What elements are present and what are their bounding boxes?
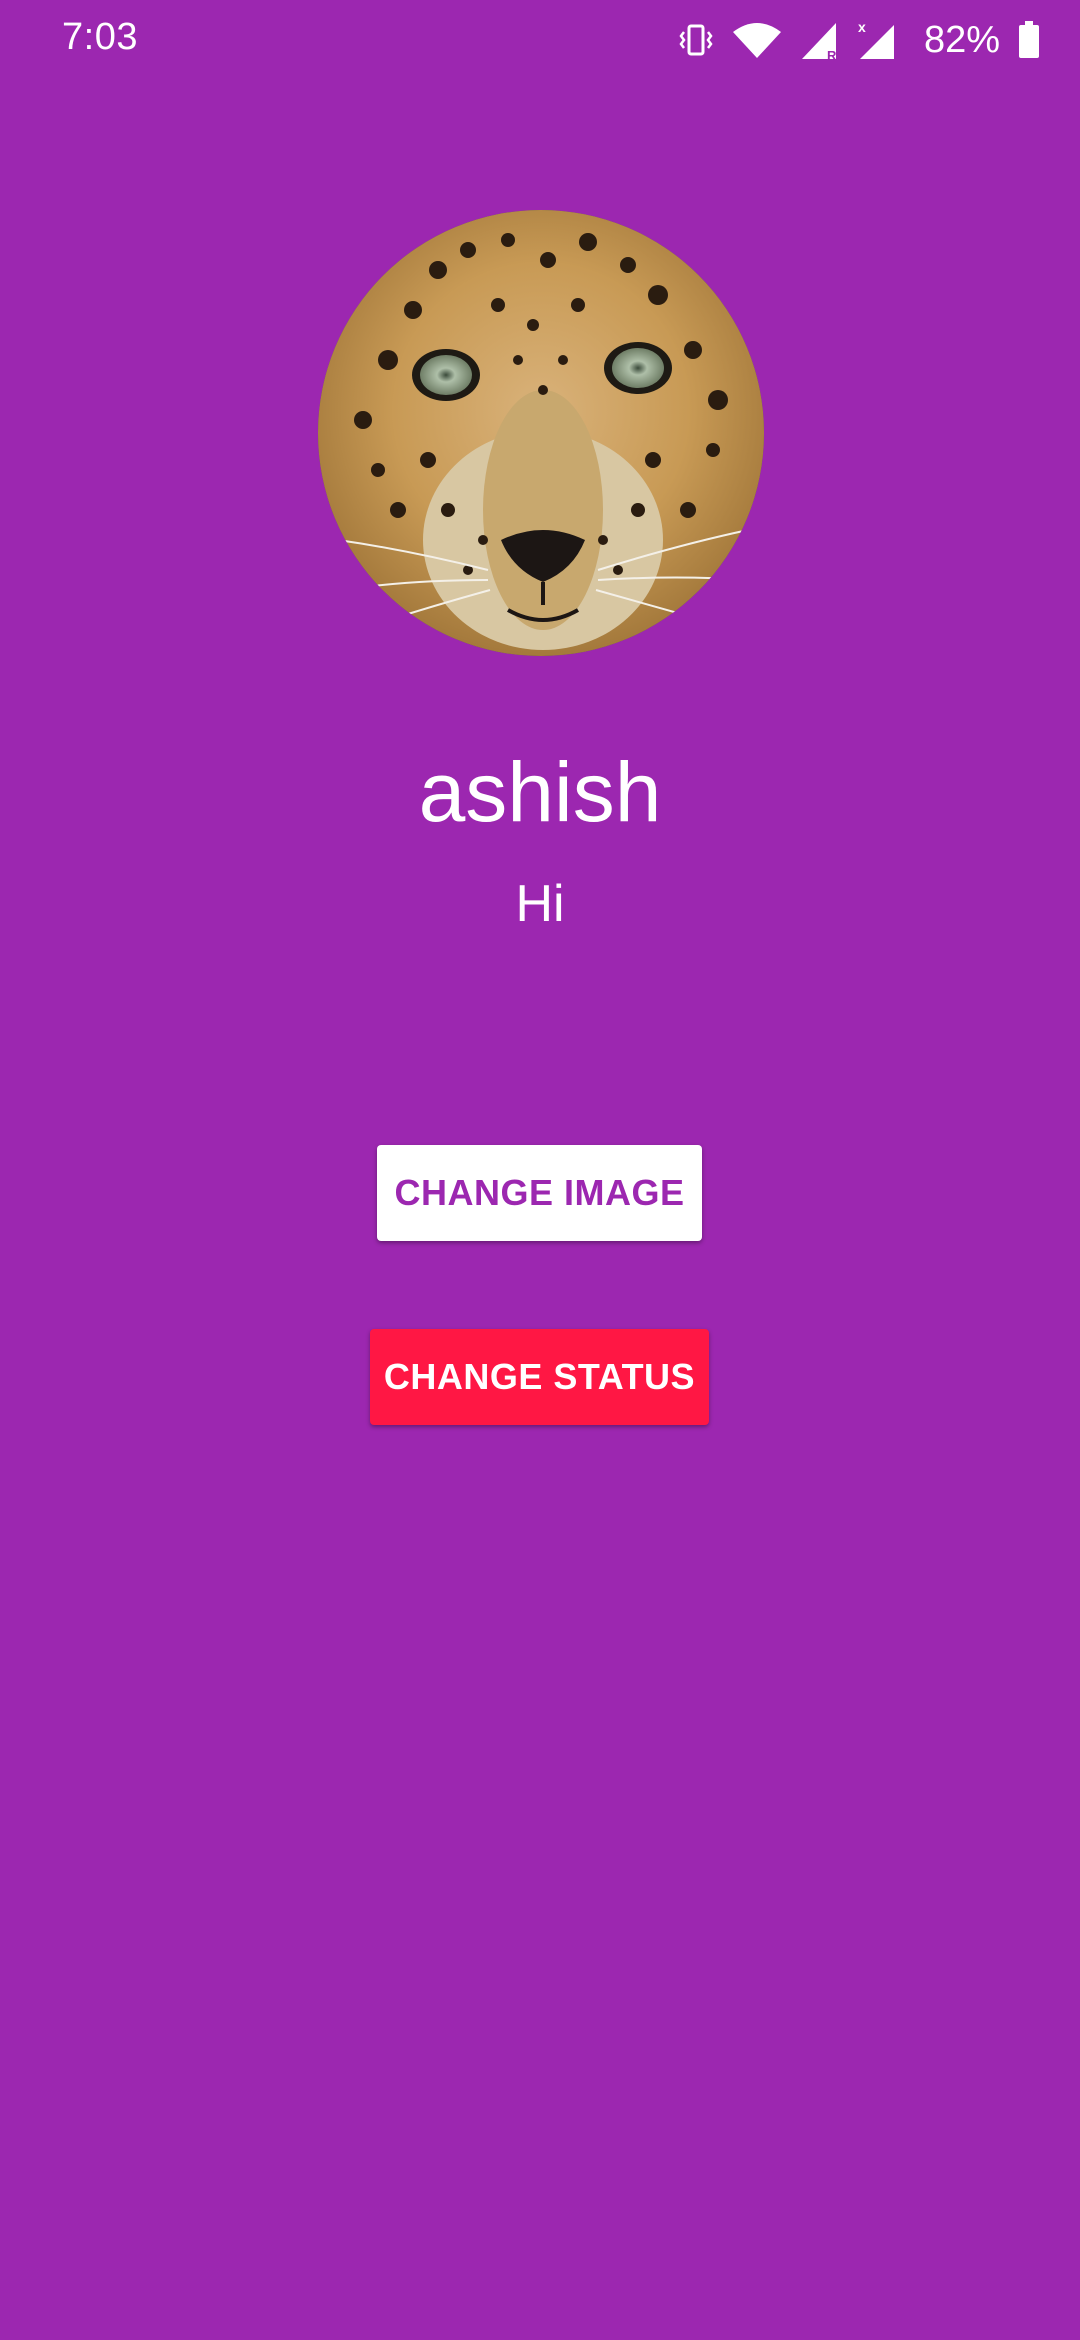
signal-icon: x bbox=[858, 19, 898, 61]
profile-name: ashish bbox=[418, 745, 662, 839]
wifi-icon bbox=[732, 20, 782, 60]
battery-percent: 82% bbox=[923, 18, 1000, 61]
change-image-button[interactable]: CHANGE IMAGE bbox=[377, 1145, 702, 1241]
leopard-face-image bbox=[318, 210, 764, 656]
status-time: 7:03 bbox=[62, 16, 138, 58]
status-bar: 7:03 R x 82% bbox=[0, 0, 1080, 80]
profile-avatar[interactable] bbox=[318, 210, 764, 656]
battery-icon bbox=[1018, 21, 1040, 59]
status-icons: R x 82% bbox=[678, 16, 1040, 64]
profile-status: Hi bbox=[515, 875, 565, 933]
vibrate-icon bbox=[678, 22, 714, 58]
change-status-button[interactable]: CHANGE STATUS bbox=[370, 1329, 709, 1425]
signal-roaming-icon: R bbox=[800, 19, 840, 61]
svg-text:x: x bbox=[858, 19, 866, 35]
svg-text:R: R bbox=[827, 48, 837, 61]
